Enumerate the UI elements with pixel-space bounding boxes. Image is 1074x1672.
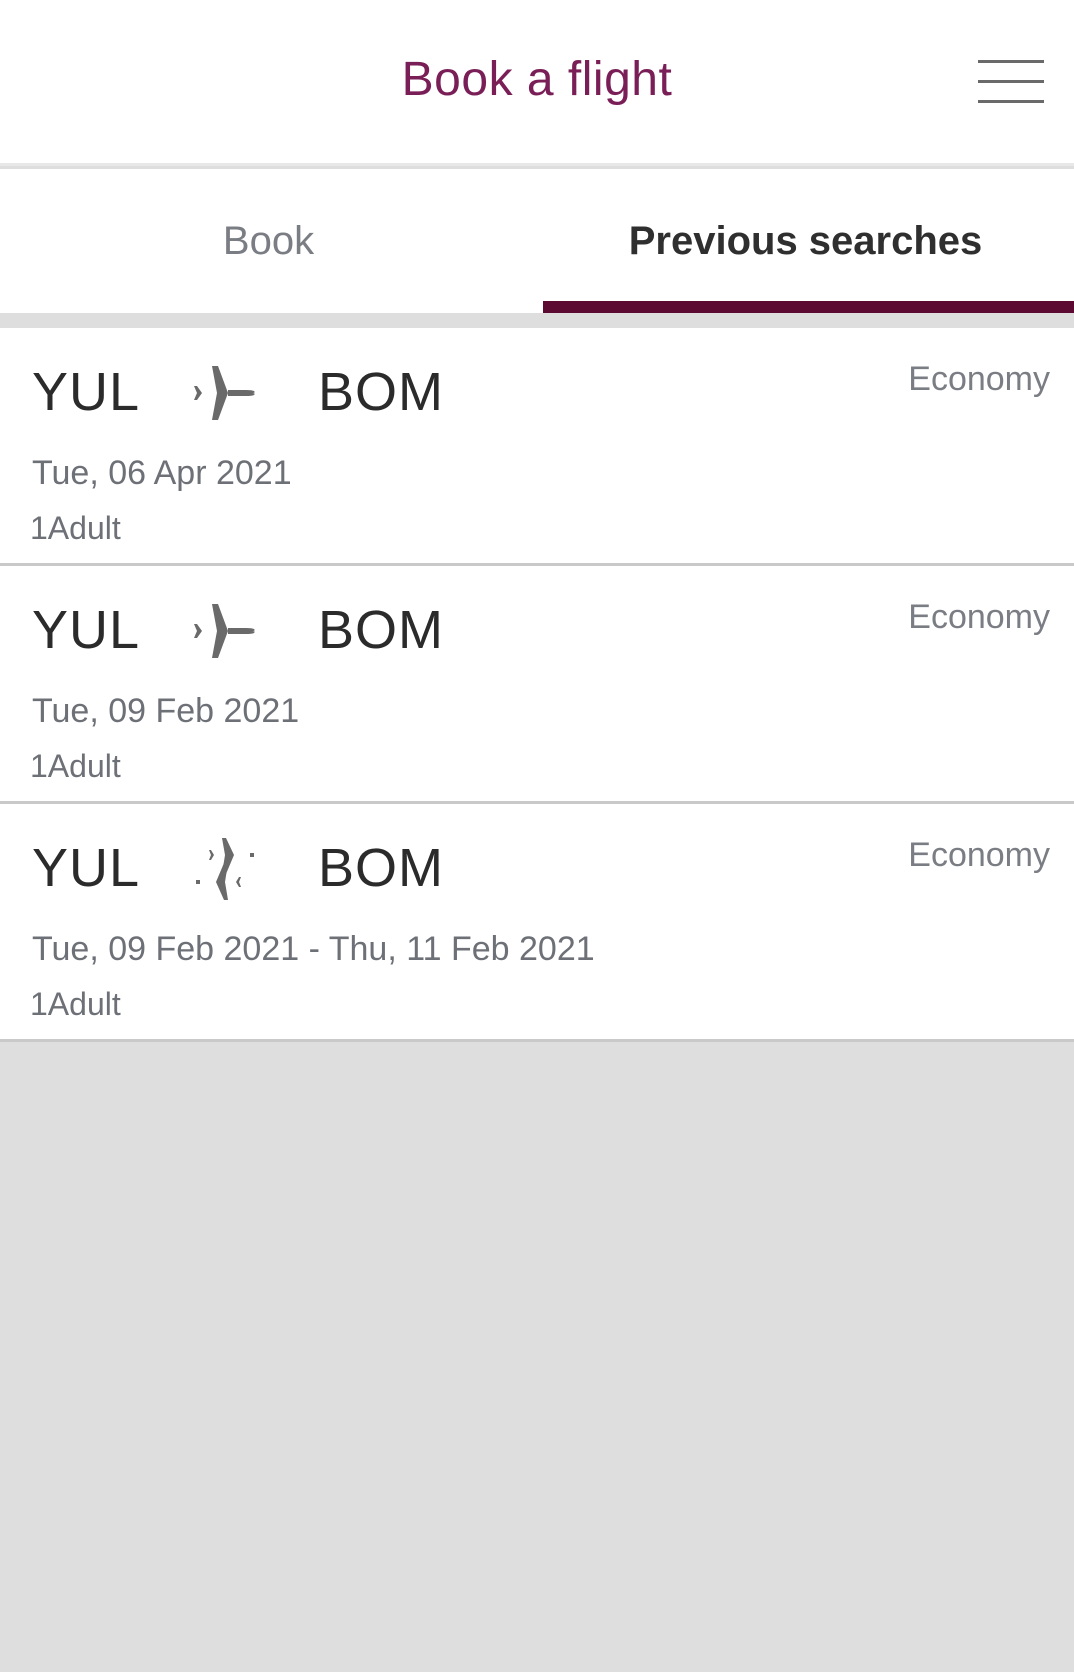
cabin-class: Economy	[908, 598, 1050, 636]
previous-searches-list: YUL BOM Economy Tue, 06 Apr 2021 1Adult …	[0, 328, 1074, 1042]
search-card[interactable]: YUL BOM Economy Tue, 06 Apr 2021 1Adult	[0, 328, 1074, 566]
app-screen: Book a flight Book Previous searches YUL…	[0, 0, 1074, 1672]
tab-bar: Book Previous searches	[0, 169, 1074, 313]
round-trip-planes-icon	[196, 838, 254, 900]
tab-previous-searches[interactable]: Previous searches	[537, 169, 1074, 313]
passenger-count: 1Adult	[30, 748, 121, 784]
app-header: Book a flight	[0, 0, 1074, 166]
passenger-count: 1Adult	[30, 510, 121, 546]
menu-line	[978, 80, 1044, 83]
cabin-class: Economy	[908, 360, 1050, 398]
hamburger-menu-icon[interactable]	[978, 58, 1048, 108]
passenger-count: 1Adult	[30, 986, 121, 1022]
search-card[interactable]: YUL BOM Economy Tue, 09 Feb 2021 1Adult	[0, 566, 1074, 804]
travel-dates: Tue, 09 Feb 2021	[32, 692, 300, 730]
destination-code: BOM	[318, 600, 445, 660]
destination-code: BOM	[318, 838, 445, 898]
one-way-plane-icon	[194, 604, 255, 658]
travel-dates: Tue, 06 Apr 2021	[32, 454, 292, 492]
search-card[interactable]: YUL BOM Economy Tue, 09 Feb 2021 - Thu, …	[0, 804, 1074, 1042]
cabin-class: Economy	[908, 836, 1050, 874]
destination-code: BOM	[318, 362, 445, 422]
tab-book[interactable]: Book	[0, 169, 537, 313]
origin-code: YUL	[32, 838, 141, 898]
page-title: Book a flight	[401, 53, 673, 106]
travel-dates: Tue, 09 Feb 2021 - Thu, 11 Feb 2021	[32, 930, 595, 968]
menu-line	[978, 60, 1044, 63]
origin-code: YUL	[32, 600, 141, 660]
one-way-plane-icon	[194, 366, 255, 420]
menu-line	[978, 100, 1044, 103]
origin-code: YUL	[32, 362, 141, 422]
